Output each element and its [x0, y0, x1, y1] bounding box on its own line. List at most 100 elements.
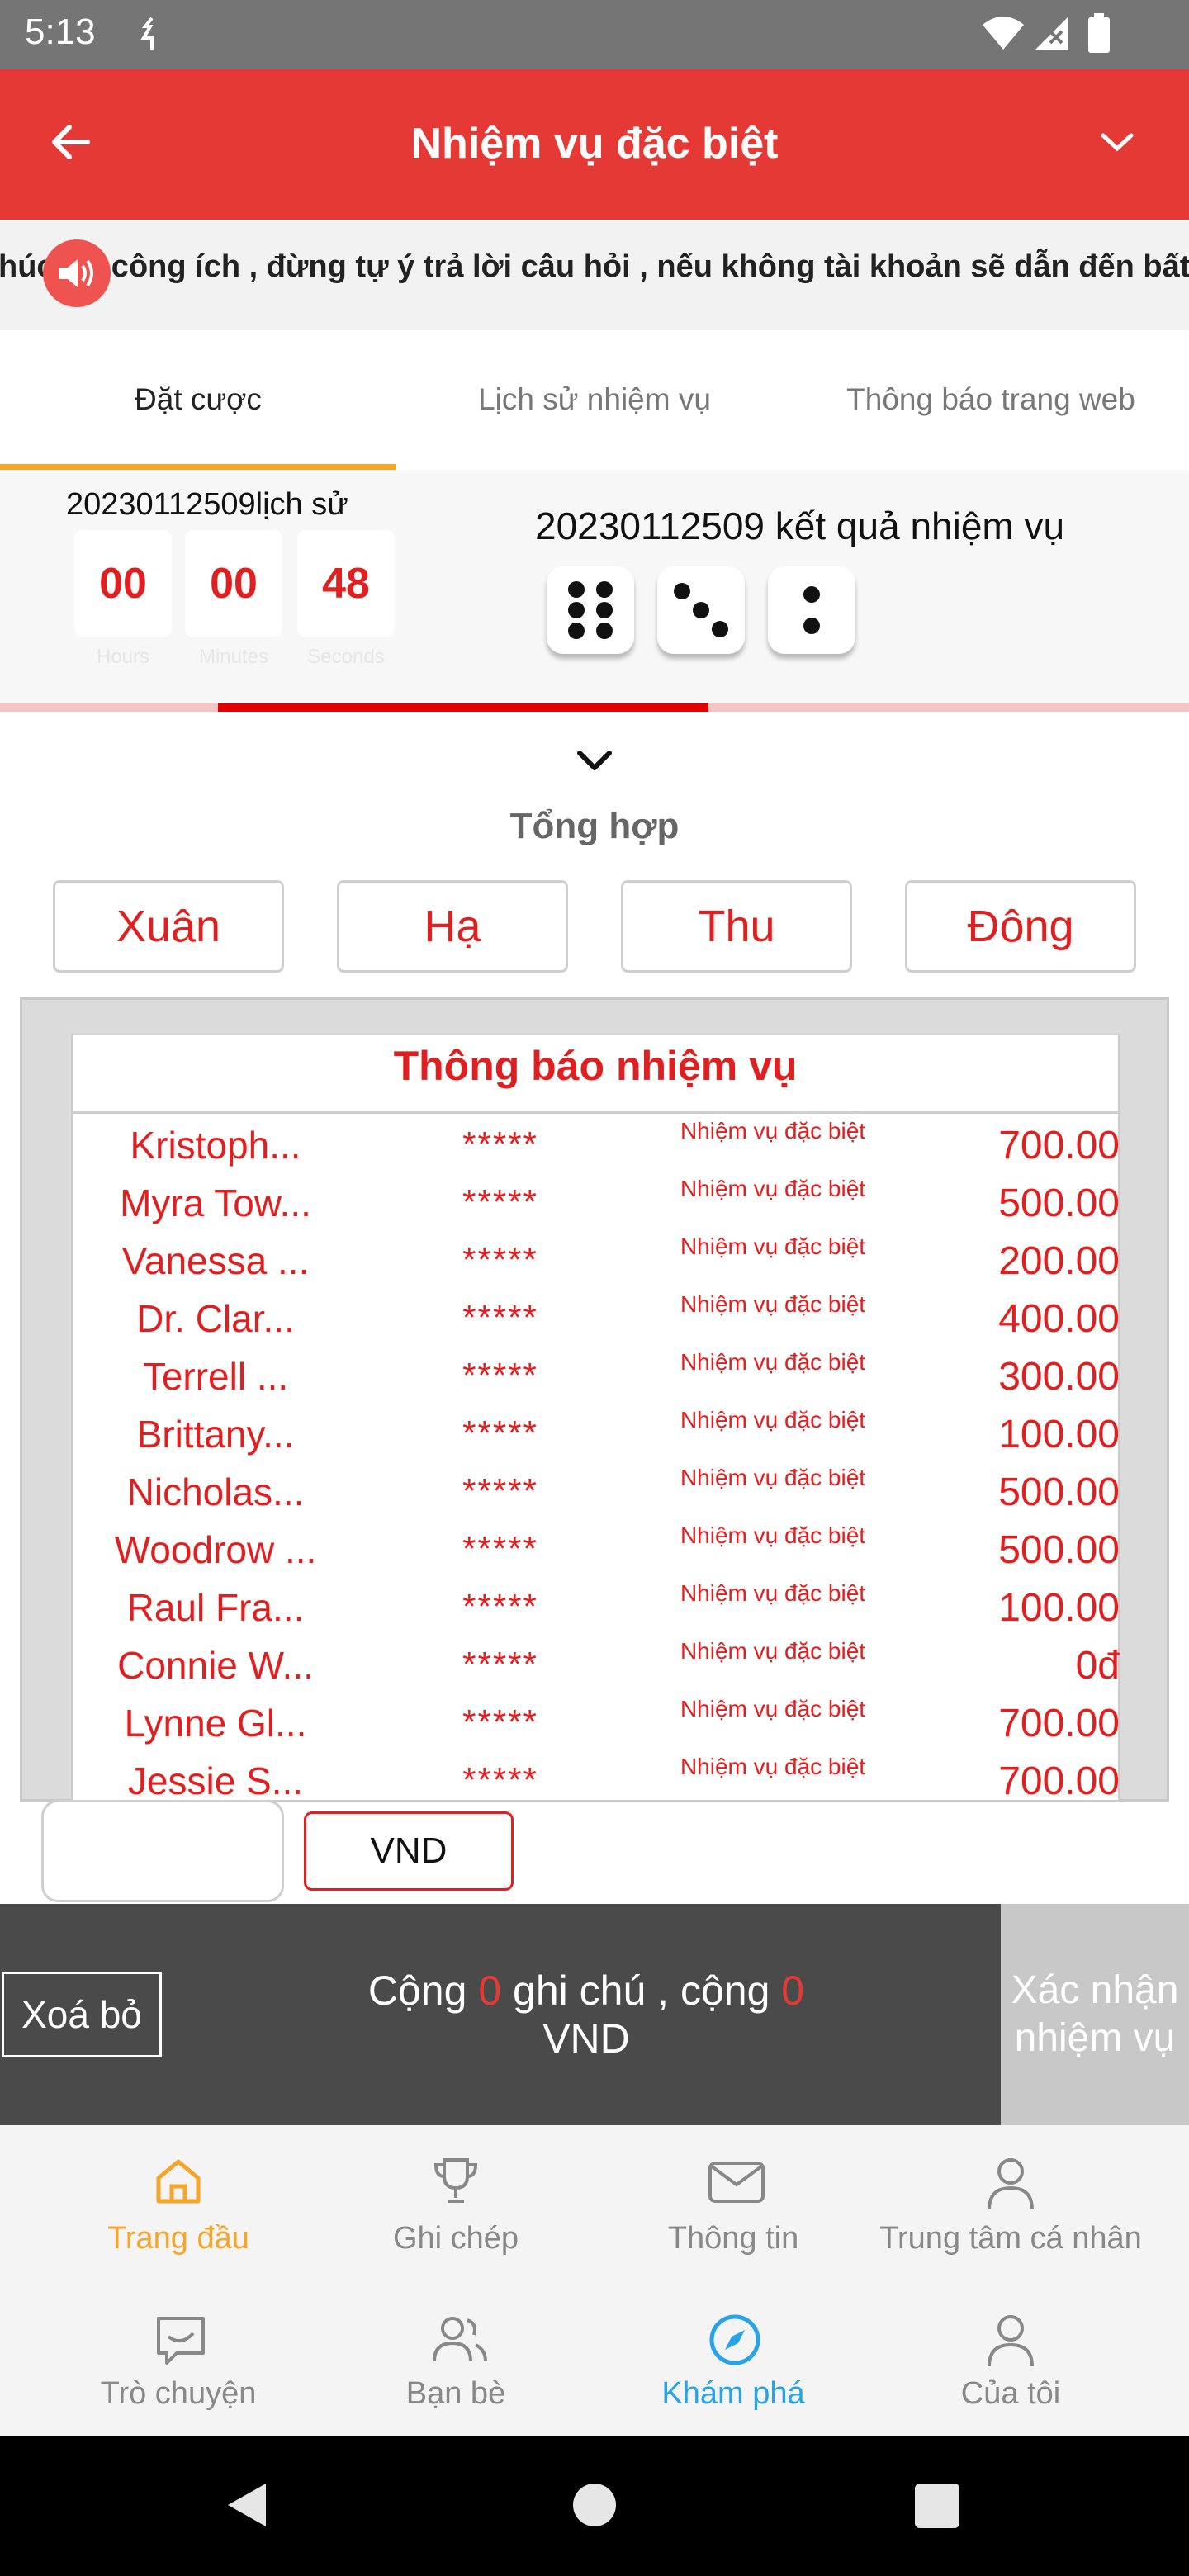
speaker-icon	[59, 259, 93, 287]
totals-text: Cộng 0 ghi chú , cộng 0 VND	[281, 1967, 892, 2062]
countdown-minutes-label: Minutes	[198, 646, 269, 668]
nav-friends[interactable]: Bạn bè	[307, 2282, 604, 2439]
die-pip	[803, 618, 820, 635]
trophy-icon	[433, 2158, 478, 2203]
nav-mine[interactable]: Của tôi	[862, 2282, 1159, 2439]
notice-row-masked: *****	[462, 1702, 538, 1741]
notice-row-amount: 100.00	[998, 1413, 1120, 1456]
die-pip	[595, 580, 613, 598]
notice-row-task: Nhiệm vụ đặc biệt	[680, 1234, 866, 1259]
clear-button[interactable]: Xoá bỏ	[2, 1972, 162, 2057]
app-header: Nhiệm vụ đặc biệt	[0, 69, 1189, 220]
notice-row: Connie W... ***** Nhiệm vụ đặc biệt 0đ	[71, 1638, 1120, 1696]
notice-row-amount: 700.00	[998, 1702, 1120, 1745]
nav-home[interactable]: Trang đầu	[30, 2125, 327, 2282]
countdown-minutes: 00	[185, 530, 282, 637]
nav-records-label: Ghi chép	[392, 2221, 519, 2256]
notice-row-name: Myra Tow...	[120, 1181, 311, 1224]
totals-mid: ghi chú , cộng	[513, 1968, 770, 2014]
tab-site-notices[interactable]: Thông báo trang web	[793, 330, 1189, 469]
battery-icon	[1088, 13, 1110, 53]
notice-row: Terrell ... ***** Nhiệm vụ đặc biệt 300.00	[71, 1349, 1120, 1407]
notice-row-task: Nhiệm vụ đặc biệt	[680, 1754, 866, 1779]
tab-bet[interactable]: Đặt cược	[0, 330, 396, 469]
usb-debug-icon	[140, 17, 154, 50]
season-button-ha[interactable]: Hạ	[337, 880, 568, 973]
notice-row-amount: 700.00	[998, 1759, 1120, 1802]
nav-personal-center[interactable]: Trung tâm cá nhân	[862, 2125, 1159, 2282]
notice-row-masked: *****	[462, 1240, 538, 1279]
notice-row: Woodrow ... ***** Nhiệm vụ đặc biệt 500.00	[71, 1522, 1120, 1580]
mail-icon	[708, 2162, 765, 2203]
nav-chat[interactable]: Trò chuyện	[30, 2282, 327, 2439]
active-tab-indicator	[0, 464, 396, 470]
notice-row-task: Nhiệm vụ đặc biệt	[680, 1522, 866, 1548]
nav-personal-center-label: Trung tâm cá nhân	[879, 2221, 1142, 2256]
issue-history-link[interactable]: 20230112509lịch sử	[66, 487, 348, 523]
season-button-xuan[interactable]: Xuân	[53, 880, 284, 973]
die-pip	[568, 602, 585, 618]
system-recents-icon[interactable]	[915, 2484, 959, 2528]
notice-row-task: Nhiệm vụ đặc biệt	[680, 1465, 866, 1490]
die-pip	[568, 623, 585, 640]
nav-messages-label: Thông tin	[667, 2221, 799, 2256]
notice-divider	[71, 1111, 1120, 1114]
die-2-icon	[657, 566, 745, 654]
summary-label: Tổng hợp	[509, 806, 680, 846]
notice-row-amount: 300.00	[998, 1355, 1120, 1399]
expand-chevron-icon[interactable]	[575, 748, 614, 773]
notice-row-task: Nhiệm vụ đặc biệt	[680, 1407, 866, 1432]
app-bottom-nav: Trang đầu Ghi chép Thông tin Trung tâm c…	[0, 2125, 1189, 2282]
home-icon	[156, 2159, 201, 2204]
notice-row-masked: *****	[462, 1760, 538, 1799]
notice-row-name: Dr. Clar...	[136, 1297, 295, 1340]
nav-friends-label: Bạn bè	[405, 2376, 506, 2411]
season-button-dong[interactable]: Đông	[905, 880, 1136, 973]
countdown-hours-label: Hours	[96, 646, 150, 668]
notice-row-amount: 200.00	[998, 1239, 1120, 1283]
notice-row-amount: 500.00	[998, 1528, 1120, 1572]
currency-button[interactable]: VND	[304, 1811, 514, 1891]
notice-row: Raul Fra... ***** Nhiệm vụ đặc biệt 100.00	[71, 1580, 1120, 1638]
nav-messages[interactable]: Thông tin	[585, 2125, 882, 2282]
tab-bar: Đặt cược Lịch sử nhiệm vụ Thông báo tran…	[0, 330, 1189, 469]
countdown-seconds-label: Seconds	[307, 646, 385, 668]
nav-mine-label: Của tôi	[960, 2376, 1061, 2411]
system-back-icon[interactable]	[223, 2480, 269, 2530]
system-nav-bar	[0, 2436, 1189, 2576]
nav-explore[interactable]: Khám phá	[585, 2282, 882, 2439]
countdown-seconds: 48	[297, 530, 395, 637]
notice-row: Nicholas... ***** Nhiệm vụ đặc biệt 500.00	[71, 1465, 1120, 1522]
notice-row-name: Brittany...	[136, 1413, 295, 1456]
amount-input[interactable]	[41, 1800, 284, 1902]
notice-row-amount: 700.00	[998, 1124, 1120, 1167]
totals-prefix: Cộng	[367, 1968, 467, 2014]
notice-row-masked: *****	[462, 1125, 538, 1163]
page-title: Nhiệm vụ đặc biệt	[410, 120, 779, 168]
season-button-thu[interactable]: Thu	[621, 880, 852, 973]
outer-bottom-nav: Trò chuyện Bạn bè Khám phá Của tôi	[0, 2282, 1189, 2436]
notice-row-name: Connie W...	[117, 1644, 314, 1687]
nav-records[interactable]: Ghi chép	[307, 2125, 604, 2282]
notice-row-task: Nhiệm vụ đặc biệt	[680, 1580, 866, 1606]
die-pip	[595, 623, 613, 640]
notice-row-amount: 500.00	[998, 1181, 1120, 1225]
notice-row-name: Jessie S...	[127, 1759, 304, 1802]
confirm-task-button[interactable]: Xác nhận nhiệm vụ	[1001, 1904, 1189, 2125]
user-icon	[988, 2158, 1034, 2210]
chevron-down-icon[interactable]	[1100, 132, 1135, 154]
notice-row-masked: *****	[462, 1587, 538, 1626]
system-home-icon[interactable]	[571, 2482, 618, 2528]
nav-home-label: Trang đầu	[107, 2221, 249, 2256]
notice-row-masked: *****	[462, 1182, 538, 1221]
speaker-button[interactable]	[43, 239, 111, 307]
announcement-marquee: húc lời công ích , đừng tự ý trả lời câu…	[0, 220, 1189, 330]
die-pip	[568, 580, 585, 598]
tab-task-history[interactable]: Lịch sử nhiệm vụ	[396, 330, 793, 469]
notice-row: Kristoph... ***** Nhiệm vụ đặc biệt 700.00	[71, 1118, 1120, 1176]
die-3-icon	[768, 566, 855, 654]
notice-row-task: Nhiệm vụ đặc biệt	[680, 1349, 866, 1375]
die-pip	[803, 585, 820, 603]
wifi-icon	[983, 17, 1024, 50]
notice-row-task: Nhiệm vụ đặc biệt	[680, 1176, 866, 1201]
